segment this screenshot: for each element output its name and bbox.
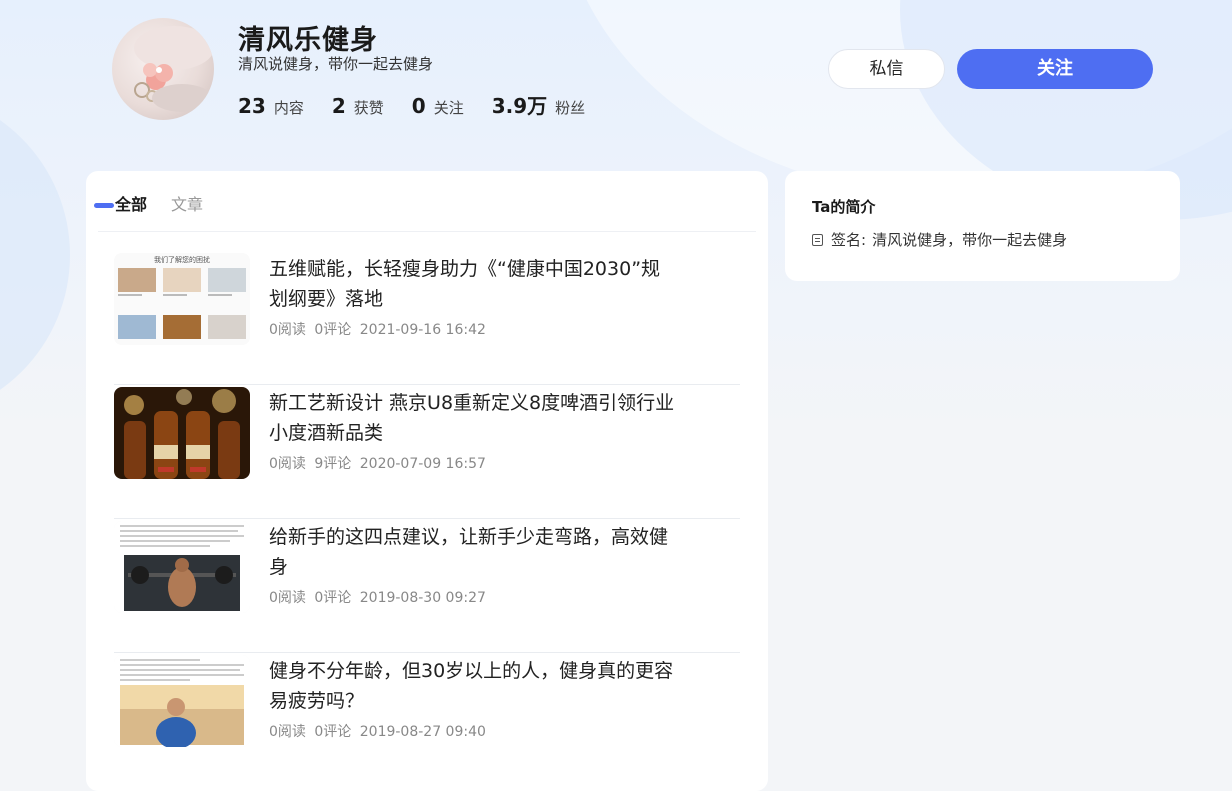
- article-item[interactable]: 给新手的这四点建议，让新手少走弯路，高效健身 0阅读 0评论 2019-08-3…: [114, 519, 740, 653]
- stat-following[interactable]: 0 关注: [412, 94, 464, 118]
- profile-header: 清风乐健身 清风说健身，带你一起去健身 23 内容 2 获赞 0 关注 3.9万…: [0, 0, 1232, 150]
- intro-card: Ta的简介 签名: 清风说健身，带你一起去健身: [785, 171, 1180, 281]
- thumbnail-image: 我们了解您的困扰: [114, 253, 250, 345]
- active-tab-indicator: [94, 203, 114, 208]
- profile-stats: 23 内容 2 获赞 0 关注 3.9万 粉丝: [238, 90, 613, 119]
- read-count: 0阅读: [269, 456, 306, 472]
- article-meta: 0阅读 0评论 2019-08-27 09:40: [269, 721, 490, 741]
- article-title[interactable]: 新工艺新设计 燕京U8重新定义8度啤酒引领行业小度酒新品类: [269, 388, 679, 448]
- article-item[interactable]: 新工艺新设计 燕京U8重新定义8度啤酒引领行业小度酒新品类 0阅读 9评论 20…: [114, 385, 740, 519]
- article-thumbnail[interactable]: [114, 387, 250, 479]
- tab-articles[interactable]: 文章: [171, 191, 203, 233]
- stat-number: 3.9万: [491, 94, 548, 118]
- article-meta: 0阅读 0评论 2021-09-16 16:42: [269, 319, 490, 339]
- comment-count: 0评论: [314, 590, 352, 606]
- article-thumbnail[interactable]: 我们了解您的困扰: [114, 253, 250, 345]
- thumbnail-image: [114, 387, 250, 479]
- stat-label: 关注: [433, 99, 464, 117]
- avatar-image: [134, 26, 214, 112]
- publish-date: 2019-08-30 09:27: [359, 590, 486, 606]
- article-title[interactable]: 健身不分年龄，但30岁以上的人，健身真的更容易疲劳吗？: [269, 656, 679, 716]
- read-count: 0阅读: [269, 590, 306, 606]
- intro-title: Ta的简介: [812, 198, 876, 216]
- follow-button[interactable]: 关注: [957, 49, 1153, 89]
- avatar[interactable]: [112, 18, 214, 120]
- thumbnail-caption: 我们了解您的困扰: [154, 255, 210, 264]
- article-meta: 0阅读 0评论 2019-08-30 09:27: [269, 587, 490, 607]
- publish-date: 2020-07-09 16:57: [359, 456, 486, 472]
- read-count: 0阅读: [269, 322, 306, 338]
- thumbnail-image: [114, 521, 250, 613]
- article-item[interactable]: 健身不分年龄，但30岁以上的人，健身真的更容易疲劳吗？ 0阅读 0评论 2019…: [114, 653, 740, 786]
- article-title[interactable]: 给新手的这四点建议，让新手少走弯路，高效健身: [269, 522, 679, 582]
- content-tabs: 全部 文章: [115, 191, 227, 233]
- profile-signature: 清风说健身，带你一起去健身: [238, 55, 434, 73]
- article-list: 我们了解您的困扰 五维赋能，长轻瘦身助力《“健康中国2030”规划纲要》落地 0…: [114, 251, 740, 786]
- article-title[interactable]: 五维赋能，长轻瘦身助力《“健康中国2030”规划纲要》落地: [269, 254, 679, 314]
- profile-name: 清风乐健身: [238, 25, 378, 56]
- stat-label: 内容: [273, 99, 304, 117]
- content-card: 全部 文章 我们了解您的困扰 五维赋能，长轻瘦身助力《“健康中国2030”规划纲…: [86, 171, 768, 791]
- read-count: 0阅读: [269, 724, 306, 740]
- document-icon: [812, 233, 823, 246]
- message-button[interactable]: 私信: [828, 49, 945, 89]
- tab-all[interactable]: 全部: [115, 191, 147, 233]
- publish-date: 2019-08-27 09:40: [359, 724, 486, 740]
- comment-count: 9评论: [314, 456, 352, 472]
- stat-fans[interactable]: 3.9万 粉丝: [492, 90, 585, 119]
- comment-count: 0评论: [314, 322, 352, 338]
- stat-content[interactable]: 23 内容: [238, 94, 304, 118]
- stat-number: 23: [238, 94, 266, 118]
- stat-likes: 2 获赞: [332, 94, 384, 118]
- stat-number: 2: [331, 94, 346, 118]
- stat-label: 获赞: [353, 99, 384, 117]
- thumbnail-image: [114, 655, 250, 747]
- intro-signature-row: 签名: 清风说健身，带你一起去健身: [812, 229, 1067, 250]
- signature-label: 签名:: [831, 231, 867, 249]
- article-thumbnail[interactable]: [114, 655, 250, 747]
- signature-value: 清风说健身，带你一起去健身: [872, 231, 1068, 249]
- comment-count: 0评论: [314, 724, 352, 740]
- article-item[interactable]: 我们了解您的困扰 五维赋能，长轻瘦身助力《“健康中国2030”规划纲要》落地 0…: [114, 251, 740, 385]
- stat-number: 0: [411, 94, 426, 118]
- article-thumbnail[interactable]: [114, 521, 250, 613]
- stat-label: 粉丝: [555, 99, 586, 117]
- divider: [98, 231, 756, 232]
- article-meta: 0阅读 9评论 2020-07-09 16:57: [269, 453, 490, 473]
- publish-date: 2021-09-16 16:42: [359, 322, 486, 338]
